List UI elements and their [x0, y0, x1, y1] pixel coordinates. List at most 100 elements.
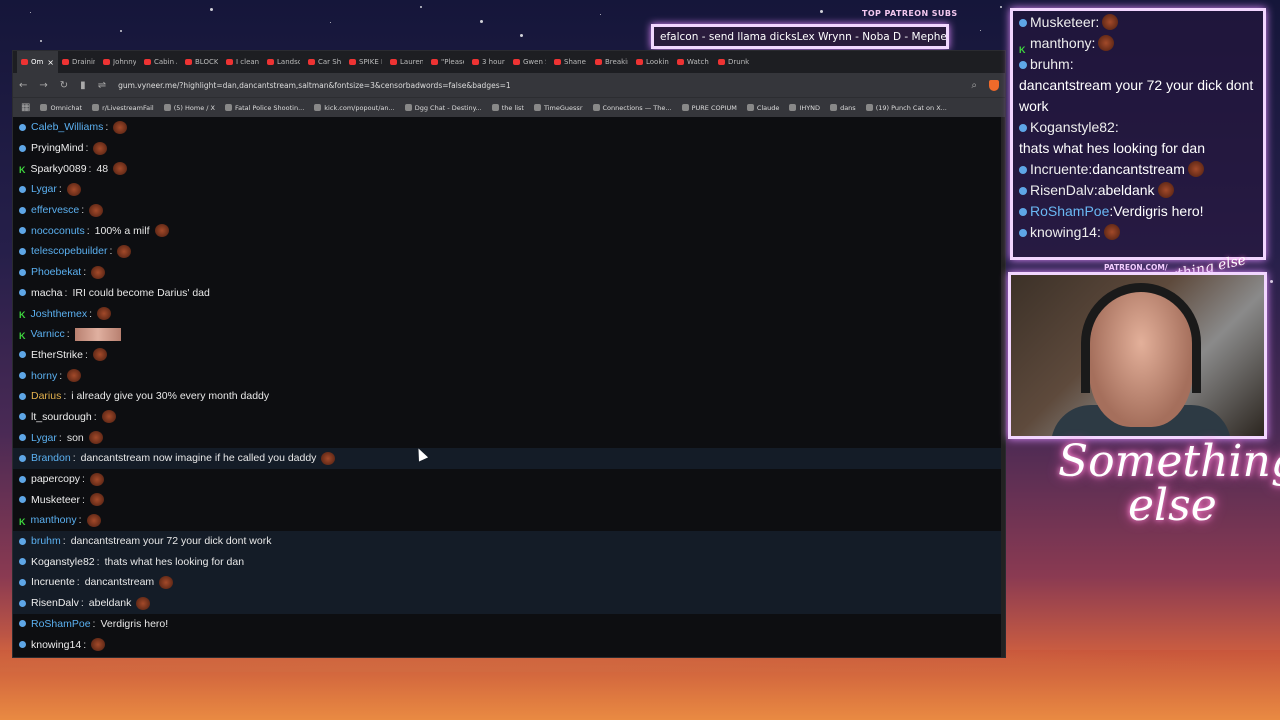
- bookmark-item[interactable]: PURE COPIUM: [681, 104, 737, 112]
- bookmark-item[interactable]: IHYND: [789, 104, 820, 112]
- chat-message: effervesce:: [13, 200, 1005, 221]
- tab-3[interactable]: Cabin A: [140, 51, 181, 73]
- chat-username[interactable]: Incruente: [31, 576, 75, 588]
- tab-12[interactable]: Gwen S: [509, 51, 550, 73]
- chat-username[interactable]: manthony: [31, 514, 77, 526]
- chat-username[interactable]: Darius: [31, 390, 61, 402]
- chat-username[interactable]: Lygar: [31, 183, 57, 195]
- chat-username[interactable]: PryingMind: [31, 142, 84, 154]
- chat-username[interactable]: Lygar: [31, 432, 57, 444]
- chat-username[interactable]: horny: [31, 370, 57, 382]
- bookmark-favicon-icon: [491, 104, 499, 111]
- tab-label: Cabin A: [154, 58, 177, 66]
- back-arrow-icon[interactable]: ←: [19, 80, 27, 91]
- chat-username[interactable]: Sparky0089: [31, 163, 87, 175]
- chat-message: PryingMind:: [13, 138, 1005, 159]
- tab-6[interactable]: Landsc: [263, 51, 304, 73]
- tab-8[interactable]: SPIKE M: [345, 51, 386, 73]
- star-dot: [30, 12, 31, 13]
- url-field[interactable]: gum.vyneer.me/?highlight=dan,dancantstre…: [118, 81, 959, 90]
- verified-badge-icon: [19, 599, 26, 607]
- verified-badge-icon: [19, 185, 26, 193]
- site-info-icon[interactable]: ⇌: [98, 80, 106, 91]
- chat-username[interactable]: EtherStrike: [31, 349, 83, 361]
- chat-username[interactable]: bruhm: [31, 535, 61, 547]
- tab-13[interactable]: Shane C: [550, 51, 591, 73]
- chat-username[interactable]: Caleb_Williams: [31, 121, 103, 133]
- bookmark-item[interactable]: (19) Punch Cat on X...: [865, 104, 947, 112]
- brave-shield-icon[interactable]: [989, 79, 999, 91]
- tab-2[interactable]: Johnny: [99, 51, 140, 73]
- bookmark-item[interactable]: Omnichat: [40, 104, 82, 112]
- bookmark-item[interactable]: TimeGuessr: [533, 104, 583, 112]
- chat-scrollbar[interactable]: [1001, 117, 1005, 657]
- verified-badge-icon: [1019, 208, 1027, 216]
- chat-username[interactable]: Musketeer: [31, 494, 80, 506]
- tab-7[interactable]: Car Shi: [304, 51, 345, 73]
- chat-colon: :: [92, 617, 96, 630]
- emote-icon: [88, 431, 103, 445]
- bookmark-item[interactable]: (5) Home / X: [163, 104, 215, 112]
- verified-badge-icon: [1019, 166, 1027, 174]
- bookmark-item[interactable]: Connections — The...: [592, 104, 672, 112]
- chat-message: Brandon: dancantstream now imagine if he …: [13, 448, 1005, 469]
- bookmark-item[interactable]: the list: [491, 104, 524, 112]
- tab-1[interactable]: Drainin: [58, 51, 99, 73]
- chat-colon: :: [84, 348, 88, 361]
- bookmark-icon[interactable]: ▮: [80, 80, 86, 91]
- tab-10[interactable]: "Please: [427, 51, 468, 73]
- chat-username[interactable]: knowing14: [31, 639, 81, 651]
- tab-17[interactable]: Drunk V: [714, 51, 755, 73]
- tab-4[interactable]: BLOCKE: [181, 51, 222, 73]
- tab-label: Johnny: [113, 58, 136, 66]
- forward-arrow-icon[interactable]: →: [39, 80, 47, 91]
- bookmark-item[interactable]: Fatal Police Shootin...: [224, 104, 304, 112]
- chat-username[interactable]: Phoebekat: [31, 266, 81, 278]
- tab-16[interactable]: Watch: [673, 51, 714, 73]
- chat-username[interactable]: papercopy: [31, 473, 80, 485]
- verified-badge-icon: [19, 227, 26, 235]
- emote-icon: [1098, 35, 1115, 51]
- channel-logo: Something else: [1058, 440, 1280, 528]
- tab-11[interactable]: 3 hours: [468, 51, 509, 73]
- emote-icon: [67, 369, 82, 383]
- tab-15[interactable]: Lookin: [632, 51, 673, 73]
- chat-username[interactable]: macha: [31, 287, 63, 299]
- chat-username[interactable]: Joshthemex: [31, 308, 88, 320]
- emote-icon: [113, 162, 128, 176]
- tab-label: Watch: [687, 58, 709, 66]
- chat-username[interactable]: Koganstyle82: [31, 556, 95, 568]
- overlay-chat: Musketeer: Kmanthony: bruhm: dancantstre…: [1010, 8, 1266, 260]
- youtube-icon: [267, 59, 274, 65]
- bookmark-item[interactable]: kick.com/popout/an...: [314, 104, 395, 112]
- star-dot: [1270, 280, 1273, 283]
- tab-5[interactable]: I cleane: [222, 51, 263, 73]
- chat-username[interactable]: Brandon: [31, 452, 71, 464]
- tab-9[interactable]: Lauren: [386, 51, 427, 73]
- tab-14[interactable]: Breakin: [591, 51, 632, 73]
- search-icon[interactable]: ⌕: [971, 80, 977, 91]
- youtube-icon: [308, 59, 315, 65]
- chat-message: Kmanthony:: [13, 510, 1005, 531]
- chat-message: EtherStrike:: [13, 345, 1005, 366]
- chat-colon: :: [105, 121, 109, 134]
- bookmark-item[interactable]: dans: [830, 104, 856, 112]
- bookmark-item[interactable]: Claude: [746, 104, 779, 112]
- chat-username[interactable]: RisenDalv: [31, 597, 79, 609]
- chat-username[interactable]: Varnicc: [31, 328, 65, 340]
- patreon-title: TOP PATREON SUBS: [862, 9, 958, 18]
- tab-0[interactable]: Om ×: [17, 51, 58, 73]
- close-icon[interactable]: ×: [47, 58, 54, 67]
- chat-username[interactable]: telescopebuilder: [31, 245, 107, 257]
- chat-username[interactable]: nococonuts: [31, 225, 85, 237]
- bookmark-item[interactable]: Dgg Chat - Destiny...: [404, 104, 482, 112]
- chat-username[interactable]: RoShamPoe: [31, 618, 91, 630]
- bookmark-item[interactable]: r/LivestreamFail: [92, 104, 154, 112]
- apps-grid-icon[interactable]: ▦: [21, 102, 30, 113]
- youtube-icon: [390, 59, 397, 65]
- chat-username[interactable]: lt_sourdough: [31, 411, 92, 423]
- reload-icon[interactable]: ↻: [60, 80, 68, 91]
- verified-badge-icon: [1019, 229, 1027, 237]
- verified-badge-icon: [19, 496, 26, 504]
- chat-username[interactable]: effervesce: [31, 204, 79, 216]
